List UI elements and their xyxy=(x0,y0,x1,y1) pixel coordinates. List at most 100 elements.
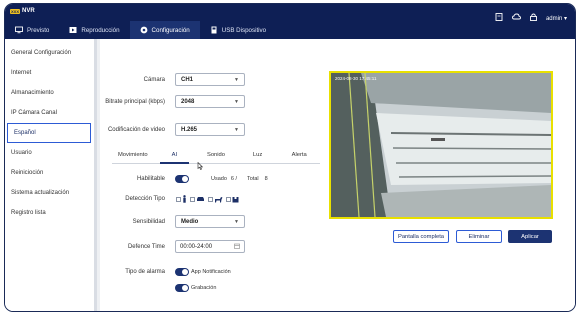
alarm-record-row: Grabación xyxy=(175,284,216,292)
sidebar-item-label: Sistema actualización xyxy=(11,190,70,196)
codec-select[interactable]: H.265 ▼ xyxy=(175,123,245,136)
fullscreen-button[interactable]: Pantalla completa xyxy=(393,230,449,243)
sensitivity-select[interactable]: Medio ▼ xyxy=(175,215,245,228)
camera-select[interactable]: CH1 ▼ xyxy=(175,73,245,86)
sensitivity-label: Sensibilidad xyxy=(132,218,165,225)
mouse-cursor-icon xyxy=(197,157,204,175)
recording-label: Grabación xyxy=(191,285,217,291)
camera-value: CH1 xyxy=(181,76,194,83)
tab-preview[interactable]: Previsto xyxy=(5,21,59,39)
sidebar-item-log[interactable]: Registro lista xyxy=(5,203,94,223)
used-value: 6 / xyxy=(230,176,238,182)
sidebar-item-label: General Configuración xyxy=(11,50,72,56)
codec-value: H.265 xyxy=(181,126,198,133)
total-value: 8 xyxy=(264,176,268,182)
logo-text: NVR xyxy=(22,8,35,14)
tab-playback[interactable]: Reproducción xyxy=(59,21,129,39)
codec-label: Codificación de video xyxy=(107,126,165,133)
detection-label: Detección Tipo xyxy=(125,196,165,202)
camera-preview: 2024-08-30 17:45:11 xyxy=(329,71,553,219)
delete-button[interactable]: Eliminar xyxy=(456,230,502,243)
cloud-icon[interactable] xyxy=(512,13,521,23)
defence-value: 00:00-24:00 xyxy=(180,243,213,250)
tab-label: Reproducción xyxy=(81,26,120,34)
subtab-motion[interactable]: Movimiento xyxy=(112,147,154,163)
subtab-label: Alerta xyxy=(291,152,307,158)
user-name: admin xyxy=(545,15,563,22)
tab-usb[interactable]: USB Dispositivo xyxy=(200,21,276,39)
sidebar-item-update[interactable]: Sistema actualización xyxy=(5,183,94,203)
header-actions: admin ▾ xyxy=(495,13,567,23)
app-notification-toggle[interactable] xyxy=(175,268,189,276)
person-checkbox[interactable] xyxy=(176,196,181,202)
sensitivity-value: Medio xyxy=(181,218,199,225)
subtab-label: Movimiento xyxy=(117,152,148,158)
animal-checkbox[interactable] xyxy=(208,196,213,202)
sidebar-item-label: IP Cámara Canal xyxy=(11,110,57,116)
sidebar-item-restart[interactable]: Reinicioción xyxy=(5,163,94,183)
codec-row: Codificación de video H.265 ▼ xyxy=(100,123,245,136)
sidebar-item-user[interactable]: Usuario xyxy=(5,143,94,163)
detection-subtabs: Movimiento AI Sonido Luz Alerta xyxy=(112,147,320,164)
chevron-down-icon: ▼ xyxy=(234,76,239,83)
alarm-app-row: Tipo de alarma App Notificación xyxy=(100,268,231,276)
sidebar-item-label: Usuario xyxy=(11,150,32,156)
sidebar-item-label: Almanacimiento xyxy=(11,90,54,96)
tab-label: Configuración xyxy=(151,26,190,34)
sidebar-item-label: Internet xyxy=(11,70,32,76)
bitrate-select[interactable]: 2048 ▼ xyxy=(175,95,245,108)
sidebar-item-internet[interactable]: Internet xyxy=(5,63,94,83)
app-notification-label: App Notificación xyxy=(191,269,231,275)
preview-timestamp: 2024-08-30 17:45:11 xyxy=(335,76,377,81)
settings-panel: Cámara CH1 ▼ Bitrate principal (kbps) 20… xyxy=(100,39,575,311)
package-icon xyxy=(232,196,239,203)
sidebar-item-label: Reinicioción xyxy=(11,170,44,176)
user-menu[interactable]: admin ▾ xyxy=(546,15,567,22)
used-label: Usado xyxy=(211,176,227,182)
sidebar-item-general[interactable]: General Configuración xyxy=(5,43,94,63)
subtab-light[interactable]: Luz xyxy=(237,147,279,163)
ai-enable-row: Habilitable Usado 6 / Total 8 xyxy=(100,175,268,183)
package-checkbox[interactable] xyxy=(226,196,231,202)
sidebar-item-espanol[interactable]: Español xyxy=(7,123,91,143)
car-icon xyxy=(196,196,205,202)
sidebar-item-label: Registro lista xyxy=(11,210,46,216)
chevron-down-icon: ▾ xyxy=(563,15,567,22)
bitrate-label: Bitrate principal (kbps) xyxy=(105,98,165,105)
alarm-type-label: Tipo de alarma xyxy=(125,269,165,275)
animal-icon xyxy=(214,196,223,203)
app-logo: XXX NVR xyxy=(10,8,35,14)
subtab-ai[interactable]: AI xyxy=(154,147,196,164)
tab-settings[interactable]: Configuración xyxy=(129,21,200,39)
lock-icon[interactable] xyxy=(530,13,537,23)
usb-icon xyxy=(210,26,218,34)
subtab-alert[interactable]: Alerta xyxy=(278,147,320,163)
subtab-label: Luz xyxy=(252,152,263,158)
bitrate-row: Bitrate principal (kbps) 2048 ▼ xyxy=(100,95,245,108)
logo-badge: XXX xyxy=(10,8,21,14)
enable-label: Habilitable xyxy=(136,176,165,182)
defence-label: Defence Time xyxy=(127,243,165,250)
playback-icon xyxy=(69,26,77,34)
ai-enable-toggle[interactable] xyxy=(175,175,189,183)
chevron-down-icon: ▼ xyxy=(234,218,239,225)
tab-label: USB Dispositivo xyxy=(221,26,267,34)
sidebar-item-ip-camera[interactable]: IP Cámara Canal xyxy=(5,103,94,123)
vehicle-checkbox[interactable] xyxy=(190,196,195,202)
detection-type-row: Detección Tipo xyxy=(100,195,241,203)
gear-icon xyxy=(140,26,148,34)
apply-button[interactable]: Aplicar xyxy=(508,230,552,243)
app-window: XXX NVR Previsto Reproducción Configurac… xyxy=(4,3,576,312)
preview-image xyxy=(331,73,551,217)
camera-label: Cámara xyxy=(143,76,165,83)
recording-toggle[interactable] xyxy=(175,284,189,292)
screen-icon[interactable] xyxy=(495,13,503,23)
bitrate-value: 2048 xyxy=(181,98,195,105)
defence-time-input[interactable]: 00:00-24:00 xyxy=(175,240,245,253)
subtab-label: AI xyxy=(171,152,178,158)
defence-time-row: Defence Time 00:00-24:00 xyxy=(100,240,245,253)
chevron-down-icon: ▼ xyxy=(234,98,239,105)
sidebar: General Configuración Internet Almanacim… xyxy=(5,39,97,311)
sidebar-item-storage[interactable]: Almanacimiento xyxy=(5,83,94,103)
subtab-label: Sonido xyxy=(206,152,226,158)
